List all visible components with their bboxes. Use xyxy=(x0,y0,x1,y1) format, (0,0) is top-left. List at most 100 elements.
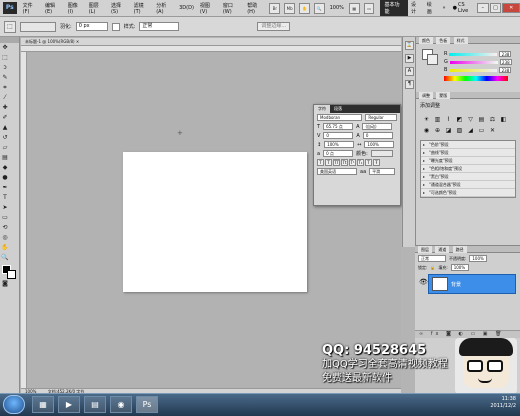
red-value[interactable]: 238 xyxy=(499,51,512,57)
color-ramp[interactable] xyxy=(444,76,508,81)
hand-icon[interactable]: ✋ xyxy=(299,2,310,14)
leading-input[interactable]: (自动) xyxy=(362,123,393,130)
refine-edge-button[interactable]: 调整边缘... xyxy=(257,22,291,31)
menu-window[interactable]: 窗口(W) xyxy=(223,2,241,15)
folder-taskbar-icon[interactable]: ▤ xyxy=(84,396,106,413)
browser-taskbar-icon[interactable]: ◉ xyxy=(110,396,132,413)
stamp-tool-icon[interactable]: ▲ xyxy=(1,124,9,132)
workspace-more[interactable]: » xyxy=(443,5,446,11)
superscript-button[interactable]: T¹ xyxy=(349,159,356,166)
paragraph-panel-icon[interactable]: ¶ xyxy=(405,80,414,89)
tab-paths[interactable]: 路径 xyxy=(452,246,467,253)
eraser-tool-icon[interactable]: ▱ xyxy=(1,144,9,152)
preset-selective-color[interactable]: "可选颜色"预设 xyxy=(421,189,515,197)
gradient-map-icon[interactable]: ▭ xyxy=(477,126,486,135)
zoom-tool-side-icon[interactable]: 🔍 xyxy=(1,254,9,262)
background-color[interactable] xyxy=(7,270,16,279)
invert-icon[interactable]: ◪ xyxy=(444,126,453,135)
tab-swatches[interactable]: 色板 xyxy=(436,37,451,44)
blur-tool-icon[interactable]: ◆ xyxy=(1,164,9,172)
small-caps-button[interactable]: Tt xyxy=(341,159,348,166)
shape-tool-icon[interactable]: ▭ xyxy=(1,214,9,222)
tab-adjustments[interactable]: 调整 xyxy=(419,92,433,99)
kerning-input[interactable]: 0 xyxy=(323,132,354,139)
close-tab-icon[interactable]: ✕ xyxy=(76,39,79,44)
style-select[interactable]: 正常 xyxy=(139,22,180,31)
document-tab[interactable]: 未标题-1 @ 100%(RGB/8) ✕ xyxy=(21,38,401,46)
photo-filter-icon[interactable]: ◉ xyxy=(422,126,431,135)
tab-character[interactable]: 字符 xyxy=(314,105,330,113)
menu-image[interactable]: 图像(I) xyxy=(68,2,83,15)
tab-color[interactable]: 颜色 xyxy=(419,37,433,44)
menu-view[interactable]: 视图(V) xyxy=(200,2,217,15)
move-tool-icon[interactable]: ✥ xyxy=(1,44,9,52)
preset-exposure[interactable]: "曝光度"预设 xyxy=(421,157,515,165)
crop-tool-icon[interactable]: ⌗ xyxy=(1,84,9,92)
preset-black-white[interactable]: "黑白"预设 xyxy=(421,173,515,181)
feather-input[interactable]: 0 px xyxy=(75,22,108,31)
font-family-select[interactable]: Modboran xyxy=(317,114,363,121)
red-slider[interactable] xyxy=(449,52,498,56)
selection-mode-buttons[interactable] xyxy=(20,21,56,32)
tracking-input[interactable]: 0 xyxy=(362,132,393,139)
menu-layer[interactable]: 图层(L) xyxy=(89,2,105,15)
path-select-icon[interactable]: ➤ xyxy=(1,204,9,212)
history-brush-icon[interactable]: ↺ xyxy=(1,134,9,142)
tab-styles[interactable]: 样式 xyxy=(453,37,468,44)
brightness-icon[interactable]: ☀ xyxy=(422,115,431,124)
channel-mixer-icon[interactable]: ⊕ xyxy=(433,126,442,135)
workspace-essentials[interactable]: 基本功能 xyxy=(380,0,408,16)
color-balance-icon[interactable]: ⚖ xyxy=(488,115,497,124)
layer-row-background[interactable]: 背景 xyxy=(428,274,516,294)
hand-tool-icon[interactable]: ✋ xyxy=(1,244,9,252)
preset-channel-mixer[interactable]: "通道混合器"预设 xyxy=(421,181,515,189)
green-slider[interactable] xyxy=(449,60,498,64)
tab-masks[interactable]: 蒙版 xyxy=(436,92,451,99)
actions-panel-icon[interactable]: ▶ xyxy=(405,54,414,63)
faux-bold-button[interactable]: T xyxy=(317,159,324,166)
blue-slider[interactable] xyxy=(449,68,498,72)
green-value[interactable]: 238 xyxy=(499,59,512,65)
start-button[interactable] xyxy=(3,395,25,414)
minimize-button[interactable]: – xyxy=(476,3,489,13)
levels-icon[interactable]: ▥ xyxy=(433,115,442,124)
black-white-icon[interactable]: ◧ xyxy=(499,115,508,124)
strikethrough-button[interactable]: Ŧ xyxy=(373,159,380,166)
3d-camera-icon[interactable]: ◎ xyxy=(1,234,9,242)
font-style-select[interactable]: Regular xyxy=(365,114,397,121)
healing-tool-icon[interactable]: ✚ xyxy=(1,104,9,112)
menu-3d[interactable]: 3D(D) xyxy=(179,5,194,11)
antialias-select[interactable]: 平滑 xyxy=(369,168,396,175)
underline-button[interactable]: T xyxy=(365,159,372,166)
maximize-button[interactable]: □ xyxy=(489,3,502,13)
3d-rotate-icon[interactable]: ⟲ xyxy=(1,224,9,232)
vertical-scale-input[interactable]: 100% xyxy=(324,141,355,148)
menu-edit[interactable]: 编辑(E) xyxy=(45,2,62,15)
marquee-preset-icon[interactable]: ⬚ xyxy=(4,20,16,33)
toolbox-grip[interactable] xyxy=(0,37,19,43)
workspace-painting[interactable]: 绘画 xyxy=(427,1,437,15)
tab-channels[interactable]: 通道 xyxy=(435,246,450,253)
cs-live[interactable]: ● CS Live xyxy=(453,2,476,14)
curves-icon[interactable]: ⌇ xyxy=(444,115,453,124)
minibridge-icon[interactable]: Mb xyxy=(284,2,296,14)
posterize-icon[interactable]: ▨ xyxy=(455,126,464,135)
subscript-button[interactable]: T₁ xyxy=(357,159,364,166)
bridge-icon[interactable]: Br xyxy=(269,2,281,14)
layers-footer-buttons[interactable]: ∞ fx ◙ ◐ ▭ ▣ 🗑 xyxy=(415,330,520,338)
pen-tool-icon[interactable]: ✒ xyxy=(1,184,9,192)
blue-value[interactable]: 238 xyxy=(499,67,512,73)
menu-filter[interactable]: 滤镜(T) xyxy=(134,2,151,15)
menu-select[interactable]: 选择(S) xyxy=(111,2,128,15)
blend-mode-select[interactable]: 正常 xyxy=(418,255,446,262)
document-canvas[interactable] xyxy=(123,152,307,292)
opacity-input[interactable]: 100% xyxy=(469,255,488,262)
preset-curves[interactable]: "曲线"预设 xyxy=(421,149,515,157)
workspace-design[interactable]: 设计 xyxy=(411,1,421,15)
selective-color-icon[interactable]: ✕ xyxy=(488,126,497,135)
explorer-taskbar-icon[interactable]: ▦ xyxy=(32,396,54,413)
threshold-icon[interactable]: ◢ xyxy=(466,126,475,135)
dodge-tool-icon[interactable]: ● xyxy=(1,174,9,182)
horizontal-scale-input[interactable]: 100% xyxy=(364,141,395,148)
color-swatches[interactable] xyxy=(0,263,19,279)
